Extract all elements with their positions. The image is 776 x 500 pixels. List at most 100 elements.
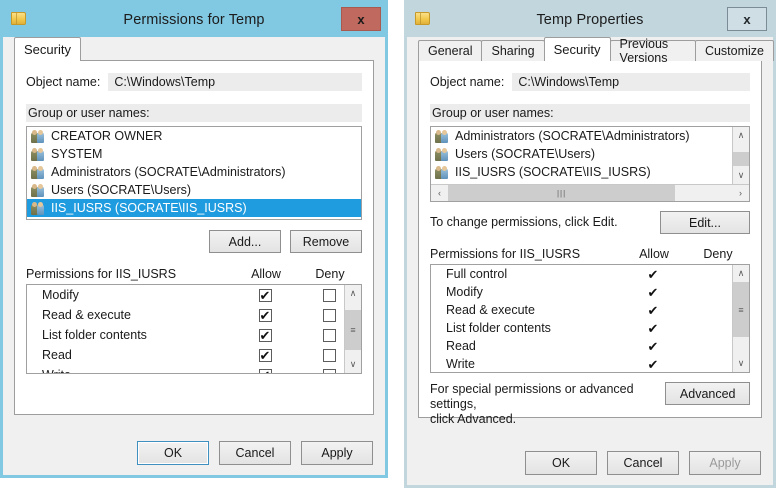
table-row[interactable]: Modify ✔ <box>27 285 361 305</box>
list-item-label: Administrators (SOCRATE\Administrators) <box>455 129 690 143</box>
permissions-tabstrip: Security <box>3 37 385 61</box>
properties-window-title: Temp Properties <box>536 12 644 28</box>
permissions-window-body: Security Object name: C:\Windows\Temp Gr… <box>3 37 385 475</box>
scroll-track[interactable]: ≡ <box>345 302 361 356</box>
scroll-track[interactable]: ≡ <box>733 282 749 355</box>
permission-name: Read <box>42 348 72 362</box>
list-item[interactable]: Administrators (SOCRATE\Administrators) <box>431 127 731 145</box>
users-icon <box>31 201 46 215</box>
group-or-user-names-list[interactable]: Administrators (SOCRATE\Administrators) … <box>430 126 750 202</box>
scroll-down-icon[interactable]: ∨ <box>733 355 749 372</box>
permissions-header: Permissions for IIS_IUSRS Allow Deny <box>26 267 362 281</box>
list-item[interactable]: Users (SOCRATE\Users) <box>431 145 731 163</box>
permissions-list-scrollbar[interactable]: ∧ ≡ ∨ <box>344 285 361 373</box>
table-row: List folder contents ✔ <box>431 319 749 337</box>
permission-name: Read <box>446 339 476 353</box>
permission-name: Modify <box>446 285 483 299</box>
table-row[interactable]: List folder contents ✔ <box>27 325 361 345</box>
ok-button[interactable]: OK <box>137 441 209 465</box>
edit-button[interactable]: Edit... <box>660 211 750 234</box>
scroll-thumb[interactable]: ||| <box>448 185 676 201</box>
users-icon <box>31 183 46 197</box>
scroll-down-icon[interactable]: ∨ <box>733 167 749 184</box>
cancel-button[interactable]: Cancel <box>607 451 679 475</box>
scroll-up-icon[interactable]: ∧ <box>733 265 749 282</box>
list-item-label: SYSTEM <box>51 147 103 161</box>
permissions-footer: OK Cancel Apply <box>3 431 385 475</box>
scroll-down-icon[interactable]: ∨ <box>345 356 361 373</box>
remove-button[interactable]: Remove <box>290 230 362 253</box>
allow-checkbox[interactable]: ✔ <box>233 348 297 362</box>
tab-security[interactable]: Security <box>14 37 81 61</box>
permission-name: List folder contents <box>446 321 551 335</box>
scroll-up-icon[interactable]: ∧ <box>733 127 749 144</box>
scroll-thumb[interactable]: ≡ <box>345 310 361 350</box>
list-item-label: Administrators (SOCRATE\Administrators) <box>51 165 286 179</box>
properties-titlebar[interactable]: Temp Properties x <box>407 3 773 37</box>
tab-security[interactable]: Security <box>543 37 611 61</box>
permission-name: Read & execute <box>446 303 535 317</box>
edit-row: To change permissions, click Edit. Edit.… <box>430 211 750 234</box>
permissions-for-temp-window: Permissions for Temp x Security Object n… <box>0 0 388 478</box>
allow-checkbox[interactable]: ✔ <box>233 308 297 322</box>
table-row: Write ✔ <box>431 355 749 372</box>
permissions-titlebar[interactable]: Permissions for Temp x <box>3 3 385 37</box>
permissions-header: Permissions for IIS_IUSRS Allow Deny <box>430 247 750 261</box>
list-item[interactable]: Users (SOCRATE\Users) <box>27 181 361 199</box>
scroll-up-icon[interactable]: ∧ <box>345 285 361 302</box>
allow-checkbox[interactable]: ✔ <box>233 288 297 302</box>
allow-checkbox[interactable]: ✔ <box>233 368 297 373</box>
allow-check: ✔ <box>647 338 659 354</box>
tab-customize[interactable]: Customize <box>694 40 774 61</box>
advanced-row: For special permissions or advanced sett… <box>430 382 750 427</box>
cancel-button[interactable]: Cancel <box>219 441 291 465</box>
table-row: Full control ✔ <box>431 265 749 283</box>
list-item-selected[interactable]: IIS_IUSRS (SOCRATE\IIS_IUSRS) <box>27 199 361 217</box>
edit-hint: To change permissions, click Edit. <box>430 215 618 229</box>
close-icon[interactable]: x <box>341 7 381 31</box>
table-row[interactable]: Read & execute ✔ <box>27 305 361 325</box>
table-row[interactable]: Read ✔ <box>27 345 361 365</box>
properties-window-body: General Sharing Security Previous Versio… <box>407 37 774 485</box>
advanced-button[interactable]: Advanced <box>665 382 750 405</box>
permissions-list-scrollbar[interactable]: ∧ ≡ ∨ <box>732 265 749 372</box>
permissions-for-label: Permissions for IIS_IUSRS <box>430 247 581 261</box>
table-row[interactable]: Write ✔ <box>27 365 361 373</box>
object-name-row: Object name: C:\Windows\Temp <box>26 73 362 91</box>
tab-general[interactable]: General <box>418 40 483 61</box>
scroll-right-icon[interactable]: › <box>732 185 749 201</box>
permissions-security-panel: Object name: C:\Windows\Temp Group or us… <box>14 60 374 415</box>
list-item[interactable]: CREATOR OWNER <box>27 127 361 145</box>
scroll-track[interactable] <box>733 144 749 167</box>
list-item[interactable]: Administrators (SOCRATE\Administrators) <box>27 163 361 181</box>
permissions-list[interactable]: Modify ✔ Read & execute ✔ List folder co… <box>26 284 362 374</box>
scroll-thumb[interactable] <box>733 152 749 166</box>
tab-previous-versions[interactable]: Previous Versions <box>609 37 696 65</box>
advanced-hint-line2: click Advanced. <box>430 412 517 426</box>
scroll-thumb[interactable]: ≡ <box>733 282 749 337</box>
users-icon <box>435 165 450 179</box>
group-list-vscrollbar[interactable]: ∧ ∨ <box>732 127 749 184</box>
permission-name: Read & execute <box>42 308 131 322</box>
list-item[interactable]: IIS_IUSRS (SOCRATE\IIS_IUSRS) <box>431 163 731 181</box>
group-or-user-names-list[interactable]: CREATOR OWNER SYSTEM Administrators (SOC… <box>26 126 362 220</box>
allow-column-header: Allow <box>251 267 281 281</box>
list-item-label: Users (SOCRATE\Users) <box>51 183 192 197</box>
scroll-left-icon[interactable]: ‹ <box>431 185 448 201</box>
allow-check: ✔ <box>647 284 659 300</box>
users-icon <box>31 147 46 161</box>
advanced-hint-line1: For special permissions or advanced sett… <box>430 382 634 411</box>
tab-sharing[interactable]: Sharing <box>481 40 545 61</box>
advanced-hint: For special permissions or advanced sett… <box>430 382 665 427</box>
group-actions: Add... Remove <box>26 230 362 253</box>
apply-button[interactable]: Apply <box>301 441 373 465</box>
add-button[interactable]: Add... <box>209 230 281 253</box>
list-item[interactable]: SYSTEM <box>27 145 361 163</box>
group-list-hscrollbar[interactable]: ‹ ||| › <box>431 184 749 201</box>
allow-checkbox[interactable]: ✔ <box>233 328 297 342</box>
permissions-list[interactable]: Full control ✔ Modify ✔ Read & execute ✔ <box>430 264 750 373</box>
close-icon[interactable]: x <box>727 7 767 31</box>
ok-button[interactable]: OK <box>525 451 597 475</box>
allow-check: ✔ <box>647 266 659 282</box>
scroll-track[interactable]: ||| <box>448 185 732 201</box>
